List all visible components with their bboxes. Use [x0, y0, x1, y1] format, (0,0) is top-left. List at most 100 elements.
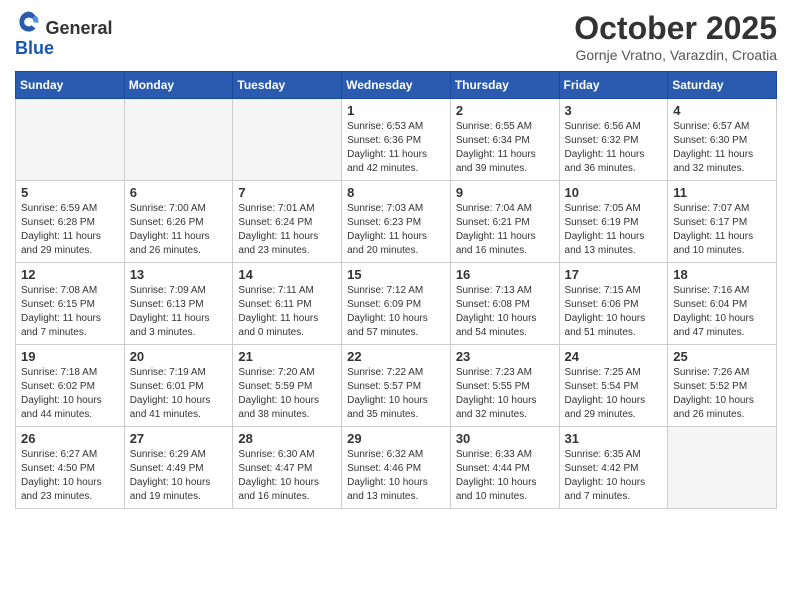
day-number: 28	[238, 431, 336, 446]
day-info: Sunrise: 6:33 AMSunset: 4:44 PMDaylight:…	[456, 448, 554, 504]
day-number: 20	[130, 349, 228, 364]
day-number: 24	[565, 349, 663, 364]
logo-icon	[17, 10, 41, 34]
day-number: 8	[347, 185, 445, 200]
day-number: 26	[21, 431, 119, 446]
week-row-1: 1 Sunrise: 6:53 AMSunset: 6:36 PMDaylight…	[16, 99, 777, 181]
day-cell: 24 Sunrise: 7:25 AMSunset: 5:54 PMDayligh…	[559, 345, 668, 427]
day-cell: 5Sunrise: 6:59 AMSunset: 6:28 PMDaylight…	[16, 181, 125, 263]
day-number: 21	[238, 349, 336, 364]
day-cell: 17 Sunrise: 7:15 AMSunset: 6:06 PMDayligh…	[559, 263, 668, 345]
day-number: 6	[130, 185, 228, 200]
week-row-4: 19Sunrise: 7:18 AMSunset: 6:02 PMDayligh…	[16, 345, 777, 427]
day-info: Sunrise: 7:11 AMSunset: 6:11 PMDaylight:…	[238, 284, 336, 340]
day-info: Sunrise: 7:05 AMSunset: 6:19 PMDaylight:…	[565, 202, 663, 258]
day-info: Sunrise: 6:57 AMSunset: 6:30 PMDaylight:…	[673, 120, 771, 176]
calendar-table: SundayMondayTuesdayWednesdayThursdayFrid…	[15, 71, 777, 509]
day-header-thursday: Thursday	[450, 72, 559, 99]
week-row-2: 5Sunrise: 6:59 AMSunset: 6:28 PMDaylight…	[16, 181, 777, 263]
day-cell	[233, 99, 342, 181]
day-info: Sunrise: 7:26 AMSunset: 5:52 PMDaylight:…	[673, 366, 771, 422]
day-number: 11	[673, 185, 771, 200]
day-info: Sunrise: 7:12 AMSunset: 6:09 PMDaylight:…	[347, 284, 445, 340]
day-info: Sunrise: 7:09 AMSunset: 6:13 PMDaylight:…	[130, 284, 228, 340]
day-cell: 19Sunrise: 7:18 AMSunset: 6:02 PMDayligh…	[16, 345, 125, 427]
day-info: Sunrise: 7:23 AMSunset: 5:55 PMDaylight:…	[456, 366, 554, 422]
day-info: Sunrise: 6:30 AMSunset: 4:47 PMDaylight:…	[238, 448, 336, 504]
day-number: 9	[456, 185, 554, 200]
day-number: 1	[347, 103, 445, 118]
day-number: 16	[456, 267, 554, 282]
day-number: 2	[456, 103, 554, 118]
day-cell: 30Sunrise: 6:33 AMSunset: 4:44 PMDayligh…	[450, 427, 559, 509]
day-info: Sunrise: 7:07 AMSunset: 6:17 PMDaylight:…	[673, 202, 771, 258]
day-number: 31	[565, 431, 663, 446]
day-number: 17	[565, 267, 663, 282]
day-cell: 1 Sunrise: 6:53 AMSunset: 6:36 PMDaylight…	[342, 99, 451, 181]
day-header-monday: Monday	[124, 72, 233, 99]
day-info: Sunrise: 7:00 AMSunset: 6:26 PMDaylight:…	[130, 202, 228, 258]
day-info: Sunrise: 7:16 AMSunset: 6:04 PMDaylight:…	[673, 284, 771, 340]
day-cell: 6 Sunrise: 7:00 AMSunset: 6:26 PMDaylight…	[124, 181, 233, 263]
day-number: 13	[130, 267, 228, 282]
day-info: Sunrise: 6:56 AMSunset: 6:32 PMDaylight:…	[565, 120, 663, 176]
title-block: October 2025 Gornje Vratno, Varazdin, Cr…	[574, 10, 777, 63]
day-info: Sunrise: 7:22 AMSunset: 5:57 PMDaylight:…	[347, 366, 445, 422]
day-number: 25	[673, 349, 771, 364]
day-info: Sunrise: 7:08 AMSunset: 6:15 PMDaylight:…	[21, 284, 119, 340]
day-header-sunday: Sunday	[16, 72, 125, 99]
day-number: 10	[565, 185, 663, 200]
day-cell: 2 Sunrise: 6:55 AMSunset: 6:34 PMDaylight…	[450, 99, 559, 181]
day-number: 3	[565, 103, 663, 118]
day-header-wednesday: Wednesday	[342, 72, 451, 99]
calendar-container: General Blue October 2025 Gornje Vratno,…	[0, 0, 792, 519]
day-cell: 20 Sunrise: 7:19 AMSunset: 6:01 PMDayligh…	[124, 345, 233, 427]
day-info: Sunrise: 7:15 AMSunset: 6:06 PMDaylight:…	[565, 284, 663, 340]
day-cell: 4Sunrise: 6:57 AMSunset: 6:30 PMDaylight…	[668, 99, 777, 181]
logo: General Blue	[15, 10, 113, 59]
day-info: Sunrise: 6:27 AMSunset: 4:50 PMDaylight:…	[21, 448, 119, 504]
day-cell	[124, 99, 233, 181]
day-info: Sunrise: 6:55 AMSunset: 6:34 PMDaylight:…	[456, 120, 554, 176]
day-cell: 22 Sunrise: 7:22 AMSunset: 5:57 PMDayligh…	[342, 345, 451, 427]
day-number: 14	[238, 267, 336, 282]
day-cell: 29 Sunrise: 6:32 AMSunset: 4:46 PMDayligh…	[342, 427, 451, 509]
day-number: 15	[347, 267, 445, 282]
day-cell: 21Sunrise: 7:20 AMSunset: 5:59 PMDayligh…	[233, 345, 342, 427]
day-cell: 15 Sunrise: 7:12 AMSunset: 6:09 PMDayligh…	[342, 263, 451, 345]
day-header-saturday: Saturday	[668, 72, 777, 99]
day-info: Sunrise: 6:35 AMSunset: 4:42 PMDaylight:…	[565, 448, 663, 504]
day-cell: 12 Sunrise: 7:08 AMSunset: 6:15 PMDayligh…	[16, 263, 125, 345]
day-info: Sunrise: 7:04 AMSunset: 6:21 PMDaylight:…	[456, 202, 554, 258]
day-info: Sunrise: 7:19 AMSunset: 6:01 PMDaylight:…	[130, 366, 228, 422]
day-info: Sunrise: 7:25 AMSunset: 5:54 PMDaylight:…	[565, 366, 663, 422]
day-info: Sunrise: 7:03 AMSunset: 6:23 PMDaylight:…	[347, 202, 445, 258]
day-cell: 7 Sunrise: 7:01 AMSunset: 6:24 PMDaylight…	[233, 181, 342, 263]
day-cell: 10 Sunrise: 7:05 AMSunset: 6:19 PMDayligh…	[559, 181, 668, 263]
day-header-tuesday: Tuesday	[233, 72, 342, 99]
day-cell: 8 Sunrise: 7:03 AMSunset: 6:23 PMDaylight…	[342, 181, 451, 263]
day-number: 29	[347, 431, 445, 446]
week-row-5: 26 Sunrise: 6:27 AMSunset: 4:50 PMDayligh…	[16, 427, 777, 509]
day-cell: 26 Sunrise: 6:27 AMSunset: 4:50 PMDayligh…	[16, 427, 125, 509]
month-title: October 2025	[574, 10, 777, 47]
day-info: Sunrise: 6:32 AMSunset: 4:46 PMDaylight:…	[347, 448, 445, 504]
header: General Blue October 2025 Gornje Vratno,…	[15, 10, 777, 63]
day-cell	[16, 99, 125, 181]
day-info: Sunrise: 6:59 AMSunset: 6:28 PMDaylight:…	[21, 202, 119, 258]
location: Gornje Vratno, Varazdin, Croatia	[574, 47, 777, 63]
day-info: Sunrise: 6:53 AMSunset: 6:36 PMDaylight:…	[347, 120, 445, 176]
day-info: Sunrise: 7:01 AMSunset: 6:24 PMDaylight:…	[238, 202, 336, 258]
day-info: Sunrise: 7:18 AMSunset: 6:02 PMDaylight:…	[21, 366, 119, 422]
day-number: 22	[347, 349, 445, 364]
day-info: Sunrise: 7:13 AMSunset: 6:08 PMDaylight:…	[456, 284, 554, 340]
day-number: 27	[130, 431, 228, 446]
day-number: 7	[238, 185, 336, 200]
day-header-friday: Friday	[559, 72, 668, 99]
day-number: 12	[21, 267, 119, 282]
day-cell: 3 Sunrise: 6:56 AMSunset: 6:32 PMDaylight…	[559, 99, 668, 181]
day-info: Sunrise: 6:29 AMSunset: 4:49 PMDaylight:…	[130, 448, 228, 504]
day-cell: 11 Sunrise: 7:07 AMSunset: 6:17 PMDayligh…	[668, 181, 777, 263]
day-cell: 23 Sunrise: 7:23 AMSunset: 5:55 PMDayligh…	[450, 345, 559, 427]
day-number: 23	[456, 349, 554, 364]
